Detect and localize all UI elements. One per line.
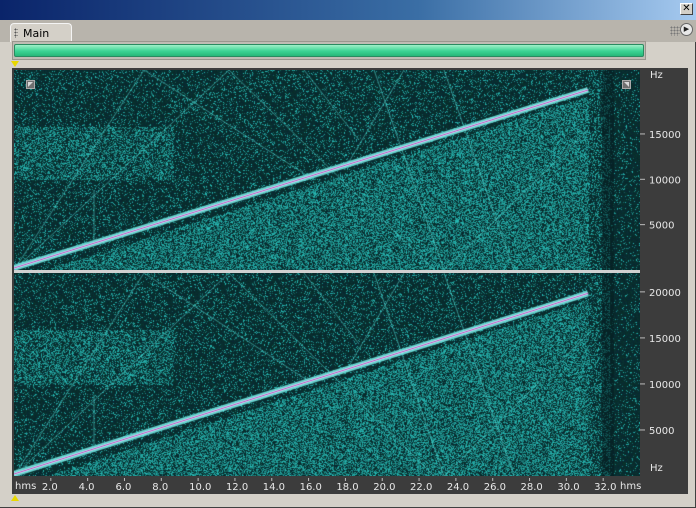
time-unit-right: hms: [620, 481, 641, 492]
zoom-navigator-bar[interactable]: [14, 44, 644, 57]
spectral-display[interactable]: [14, 70, 640, 476]
time-tick-22.0: 22.0: [410, 482, 432, 493]
time-tick-12.0: 12.0: [226, 482, 248, 493]
time-tick-6.0: 6.0: [115, 482, 131, 493]
time-tick-20.0: 20.0: [373, 482, 395, 493]
freq-tick-bottom-5000: 5000: [649, 426, 674, 437]
freq-tick-top-10000: 10000: [649, 175, 681, 186]
time-tick-30.0: 30.0: [557, 482, 579, 493]
time-tick-16.0: 16.0: [300, 482, 322, 493]
freq-unit-top: Hz: [650, 70, 663, 81]
end-marker-icon[interactable]: [11, 495, 19, 501]
freq-unit-bottom: Hz: [650, 463, 663, 474]
panel-menu-icon[interactable]: ▶: [680, 23, 693, 36]
freq-tick-bottom-20000: 20000: [649, 288, 681, 299]
panel-tab-bar: Main ▶: [0, 20, 696, 42]
zoom-left-handle-icon[interactable]: [26, 80, 35, 89]
start-marker-icon[interactable]: [11, 61, 19, 67]
title-bar: ✕: [0, 0, 696, 20]
time-tick-28.0: 28.0: [521, 482, 543, 493]
zoom-right-handle-icon[interactable]: [622, 80, 631, 89]
time-tick-24.0: 24.0: [447, 482, 469, 493]
time-tick-4.0: 4.0: [79, 482, 95, 493]
close-icon[interactable]: ✕: [680, 3, 693, 15]
time-tick-10.0: 10.0: [189, 482, 211, 493]
freq-tick-top-15000: 15000: [649, 130, 681, 141]
time-tick-26.0: 26.0: [484, 482, 506, 493]
time-tick-8.0: 8.0: [152, 482, 168, 493]
freq-ticks-bottom: 20000 15000 10000 5000: [640, 288, 681, 437]
frequency-ruler[interactable]: Hz 15000 10000 5000 20000 15000 10000 5000 Hz: [640, 70, 688, 476]
tab-label: Main: [23, 27, 50, 40]
freq-tick-bottom-10000: 10000: [649, 380, 681, 391]
audio-editor-window: ✕ Main ▶ Hz 15000 10000 5000 20000 15000 100…: [0, 0, 696, 508]
time-tick-32.0: 32.0: [594, 482, 616, 493]
time-tick-14.0: 14.0: [263, 482, 285, 493]
tab-main[interactable]: Main: [10, 23, 72, 42]
grip-icon: [14, 28, 18, 38]
panel-grip-icon[interactable]: [670, 26, 680, 36]
freq-tick-top-5000: 5000: [649, 221, 674, 232]
time-tick-18.0: 18.0: [336, 482, 358, 493]
time-ticks: 2.0 4.0 6.0 8.0 10.0 12.0 14.0 16.0 18.0 20.0 22.0…: [42, 478, 616, 493]
freq-ticks-top: 15000 10000 5000: [640, 130, 681, 232]
freq-tick-bottom-15000: 15000: [649, 334, 681, 345]
time-tick-2.0: 2.0: [42, 482, 58, 493]
time-unit-left: hms: [15, 481, 36, 492]
time-ruler[interactable]: hms 2.0 4.0 6.0 8.0 10.0 12.0 14.0 16.0 18.0 20.0…: [12, 478, 688, 494]
channel-divider: [14, 270, 640, 273]
